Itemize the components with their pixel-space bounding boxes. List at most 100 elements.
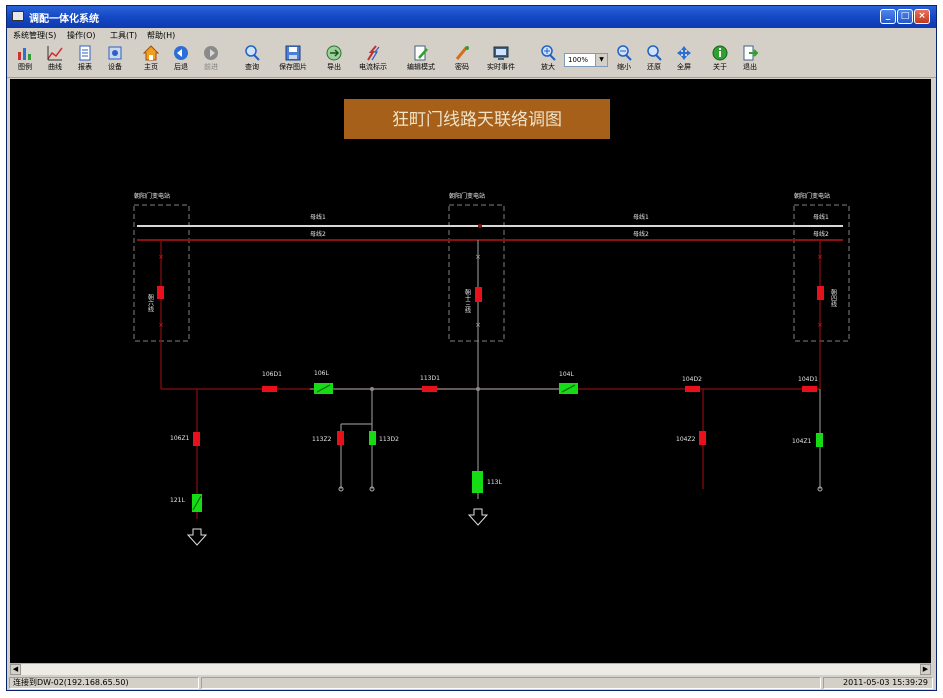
- toolbar-zoom-in-button[interactable]: 放大: [535, 44, 561, 76]
- menu-system[interactable]: 系统管理(S): [13, 30, 56, 41]
- toolbar-label: 电流标示: [359, 63, 387, 71]
- substation-label: 朝阳门变电站: [794, 192, 830, 200]
- toolbar-edit-mode-button[interactable]: 编辑模式: [401, 44, 441, 76]
- diagram-canvas[interactable]: 狂町门线路天联络调图 朝阳门变电站 朝阳门变电站 朝阳门变电站 母线1 母线1 …: [10, 79, 931, 663]
- toolbar-restore-button[interactable]: 还原: [641, 44, 667, 76]
- switch-label: 104D1: [798, 376, 818, 383]
- toolbar-label: 缩小: [617, 63, 631, 71]
- chevron-down-icon[interactable]: ▼: [595, 54, 607, 66]
- toolbar-zoom-out-button[interactable]: 缩小: [611, 44, 637, 76]
- legend-icon: [18, 48, 31, 60]
- bus-label: 母线1: [310, 213, 326, 221]
- home-icon: [142, 45, 160, 61]
- toolbar-label: 后退: [174, 63, 188, 71]
- switch-label: 113D1: [420, 375, 440, 382]
- realtime-event-icon: [493, 46, 509, 60]
- minimize-icon: _: [885, 11, 891, 21]
- toolbar-forward-button[interactable]: 前进: [197, 44, 225, 76]
- breaker-closed[interactable]: [817, 286, 824, 300]
- scroll-left-icon[interactable]: ◀: [10, 664, 21, 675]
- report-icon: [79, 45, 91, 61]
- restore-icon: [647, 45, 662, 61]
- breaker-closed[interactable]: [157, 286, 164, 299]
- toolbar-current-flow-button[interactable]: 电流标示: [353, 44, 393, 76]
- bus-label: 母线2: [310, 230, 326, 238]
- menu-help[interactable]: 帮助(H): [147, 30, 175, 41]
- zoom-level-select[interactable]: 100% ▼: [564, 53, 608, 67]
- toolbar-report-button[interactable]: 报表: [71, 44, 99, 76]
- load-arrow-icon: [467, 508, 489, 526]
- feeder-label: 朝六线: [147, 293, 154, 312]
- zoom-out-icon: [617, 45, 632, 61]
- toolbar-device-button[interactable]: 设备: [101, 44, 129, 76]
- close-button[interactable]: ×: [914, 9, 930, 24]
- toolbar-curve-button[interactable]: 曲线: [41, 44, 69, 76]
- app-window: 调配一体化系统 _ □ × 系统管理(S) 操作(O) 工具(T) 帮助(H) …: [6, 5, 937, 691]
- app-icon: [12, 11, 24, 21]
- toolbar-realtime-event-button[interactable]: 实时事件: [481, 44, 521, 76]
- bus-junction: [478, 224, 482, 228]
- toolbar-export-button[interactable]: 导出: [319, 44, 349, 76]
- switch-label: 104L: [559, 371, 574, 378]
- switch-104D2[interactable]: [685, 386, 700, 392]
- toolbar-home-button[interactable]: 主页: [137, 44, 165, 76]
- feeder-label: 朝四线: [830, 288, 837, 307]
- switch-label: 113D2: [379, 436, 399, 443]
- forward-arrow-icon: [204, 46, 218, 60]
- menu-bar: 系统管理(S) 操作(O) 工具(T) 帮助(H): [7, 28, 936, 42]
- switch-104Z2[interactable]: [699, 431, 706, 445]
- toolbar-password-button[interactable]: 密码: [447, 44, 477, 76]
- scroll-right-icon[interactable]: ▶: [920, 664, 931, 675]
- toolbar-back-button[interactable]: 后退: [167, 44, 195, 76]
- status-panel-empty: [201, 677, 821, 689]
- maximize-button[interactable]: □: [897, 9, 913, 24]
- disconnector-x-icon: ×: [817, 253, 823, 261]
- load-arrow-icon: [186, 528, 208, 546]
- toolbar-label: 主页: [144, 63, 158, 71]
- toolbar-legend-button[interactable]: 图例: [11, 44, 39, 76]
- breaker-closed[interactable]: [475, 287, 482, 302]
- status-bar: 连接到DW-02(192.168.65.50) 2011-05-03 15:39…: [7, 676, 936, 690]
- substation-label: 朝阳门变电站: [134, 192, 170, 200]
- curve-chart-icon: [47, 46, 63, 61]
- current-flow-icon: [367, 45, 380, 61]
- toolbar-label: 前进: [204, 63, 218, 71]
- feeder-label: 朝十三线: [464, 288, 471, 313]
- fullscreen-icon: [677, 46, 691, 60]
- toolbar-search-button[interactable]: 查询: [237, 44, 267, 76]
- connection-status: 连接到DW-02(192.168.65.50): [9, 677, 199, 689]
- switch-113Z2[interactable]: [337, 431, 344, 445]
- switch-113L[interactable]: [472, 471, 483, 493]
- toolbar: 图例 曲线 报表 设备 主页 后退 前进 查询 保存图片 导出 电流标示 编辑模…: [7, 43, 936, 78]
- disconnector-x-icon: ×: [158, 321, 164, 329]
- horizontal-scrollbar[interactable]: ◀ ▶: [10, 663, 931, 675]
- toolbar-label: 退出: [743, 63, 757, 71]
- menu-operate[interactable]: 操作(O): [67, 30, 96, 41]
- status-datetime: 2011-05-03 15:39:29: [823, 677, 933, 689]
- switch-label: 113Z2: [312, 436, 332, 443]
- toolbar-label: 图例: [18, 63, 32, 71]
- switch-104Z1[interactable]: [816, 433, 823, 447]
- minimize-button[interactable]: _: [880, 9, 896, 24]
- switch-106D1[interactable]: [262, 386, 277, 392]
- menu-tools[interactable]: 工具(T): [110, 30, 137, 41]
- switch-106Z1[interactable]: [193, 432, 200, 446]
- toolbar-label: 全屏: [677, 63, 691, 71]
- switch-label: 106L: [314, 370, 329, 377]
- toolbar-exit-button[interactable]: 退出: [737, 44, 763, 76]
- toolbar-label: 还原: [647, 63, 661, 71]
- switch-104D1[interactable]: [802, 386, 817, 392]
- switch-label: 104Z2: [676, 436, 696, 443]
- zoom-level-value: 100%: [568, 56, 589, 64]
- bus-label: 母线2: [633, 230, 649, 238]
- save-image-icon: [285, 45, 301, 61]
- switch-113D2[interactable]: [369, 431, 376, 445]
- switch-113D1[interactable]: [422, 386, 437, 392]
- toolbar-about-button[interactable]: 关于: [707, 44, 733, 76]
- title-bar[interactable]: 调配一体化系统 _ □ ×: [7, 6, 936, 28]
- toolbar-label: 曲线: [48, 63, 62, 71]
- toolbar-fullscreen-button[interactable]: 全屏: [671, 44, 697, 76]
- toolbar-save-image-button[interactable]: 保存图片: [273, 44, 313, 76]
- switch-label: 106D1: [262, 371, 282, 378]
- zoom-in-icon: [541, 45, 556, 61]
